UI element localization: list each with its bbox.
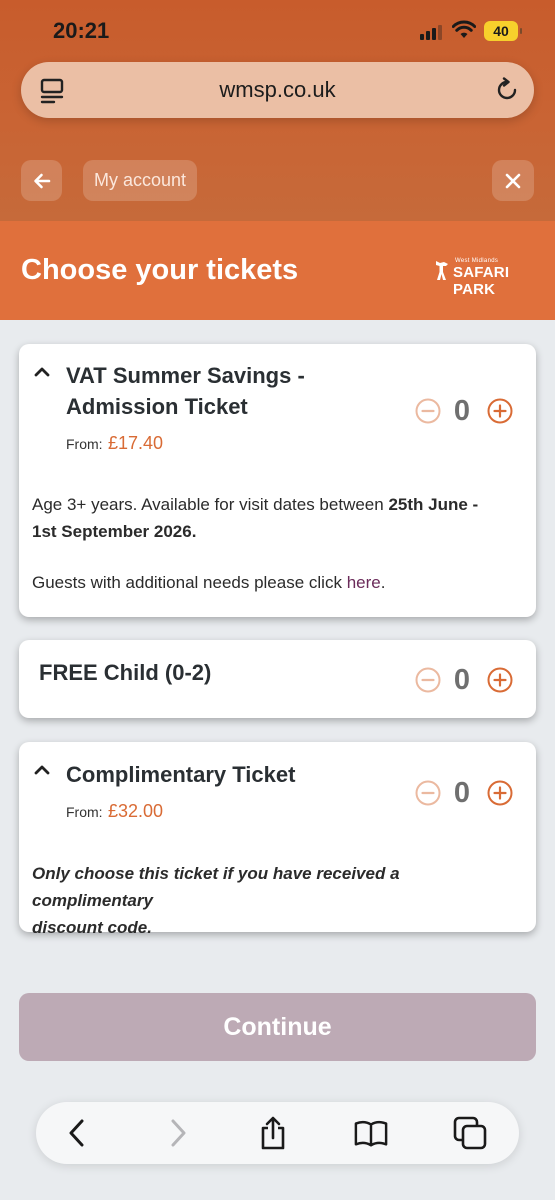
description-bold: 25th June - xyxy=(388,495,479,514)
site-nav-row: My account xyxy=(0,160,555,202)
ticket-name-line: Admission Ticket xyxy=(66,394,248,419)
description-text: . xyxy=(380,573,386,592)
plus-icon[interactable] xyxy=(487,398,513,424)
ticket-card-free-child: FREE Child (0-2) 0 xyxy=(19,640,536,718)
description-line: Guests with additional needs please clic… xyxy=(32,569,524,596)
wifi-icon xyxy=(452,20,476,38)
quantity-value: 0 xyxy=(453,395,471,427)
giraffe-logo-icon xyxy=(436,261,448,280)
from-label: From: xyxy=(66,804,103,820)
browser-chrome: 20:21 40 wmsp.co.uk My account xyxy=(0,0,555,221)
minus-icon[interactable] xyxy=(415,780,441,806)
battery-indicator: 40 xyxy=(484,21,522,41)
quantity-value: 0 xyxy=(453,777,471,809)
description-line: 1st September 2026. xyxy=(32,518,524,545)
description-text: Age 3+ years. Available for visit dates … xyxy=(32,495,389,514)
url-text[interactable]: wmsp.co.uk xyxy=(21,77,534,103)
chevron-up-icon[interactable] xyxy=(34,366,50,377)
continue-button[interactable]: Continue xyxy=(19,993,536,1061)
signal-icon xyxy=(420,24,444,40)
status-bar: 20:21 40 xyxy=(0,0,555,60)
ticket-description: Only choose this ticket if you have rece… xyxy=(32,860,524,941)
additional-needs-link[interactable]: here xyxy=(347,573,381,592)
reload-icon[interactable] xyxy=(494,77,520,103)
browser-toolbar xyxy=(36,1102,519,1164)
ticket-name: FREE Child (0-2) xyxy=(39,660,212,685)
quantity-value: 0 xyxy=(453,664,471,696)
ticket-name: Complimentary Ticket xyxy=(66,762,296,787)
back-icon[interactable] xyxy=(60,1116,94,1150)
close-icon xyxy=(505,173,521,188)
plus-icon[interactable] xyxy=(487,667,513,693)
quantity-stepper: 0 xyxy=(415,394,517,428)
back-arrow-icon xyxy=(33,173,50,188)
close-button[interactable] xyxy=(492,160,534,201)
ticket-card-complimentary: Complimentary Ticket From: £32.00 0 Only… xyxy=(19,742,536,937)
minus-icon[interactable] xyxy=(415,667,441,693)
ticket-name: VAT Summer Savings - Admission Ticket xyxy=(66,360,305,422)
brand-name: SAFARI PARK xyxy=(453,264,510,298)
ticket-name-line: VAT Summer Savings - xyxy=(66,363,305,388)
back-button[interactable] xyxy=(21,160,62,201)
share-icon[interactable] xyxy=(256,1116,290,1150)
ticket-card-vat-summer: VAT Summer Savings - Admission Ticket Fr… xyxy=(19,344,536,617)
forward-icon[interactable] xyxy=(161,1116,195,1150)
ticket-price: £32.00 xyxy=(108,801,164,821)
tabs-icon[interactable] xyxy=(453,1116,487,1150)
minus-icon[interactable] xyxy=(415,398,441,424)
description-text: Guests with additional needs please clic… xyxy=(32,573,347,592)
ticket-description: Age 3+ years. Available for visit dates … xyxy=(32,491,524,596)
status-time: 20:21 xyxy=(53,18,110,43)
chevron-up-icon[interactable] xyxy=(34,764,50,775)
plus-icon[interactable] xyxy=(487,780,513,806)
ticket-price: £17.40 xyxy=(108,433,164,453)
url-bar[interactable]: wmsp.co.uk xyxy=(21,62,534,118)
safari-park-logo[interactable]: West Midlands SAFARI PARK xyxy=(433,258,535,298)
description-line: Only choose this ticket if you have rece… xyxy=(32,864,400,910)
description-line: Age 3+ years. Available for visit dates … xyxy=(32,491,524,518)
description-line: discount code. xyxy=(32,918,152,937)
description-bold: 1st September 2026. xyxy=(32,522,197,541)
bookmarks-icon[interactable] xyxy=(354,1116,388,1150)
page-title: Choose your tickets xyxy=(21,254,299,286)
my-account-link[interactable]: My account xyxy=(83,160,198,201)
quantity-stepper: 0 xyxy=(415,663,517,697)
from-label: From: xyxy=(66,436,103,452)
quantity-stepper: 0 xyxy=(415,776,517,810)
